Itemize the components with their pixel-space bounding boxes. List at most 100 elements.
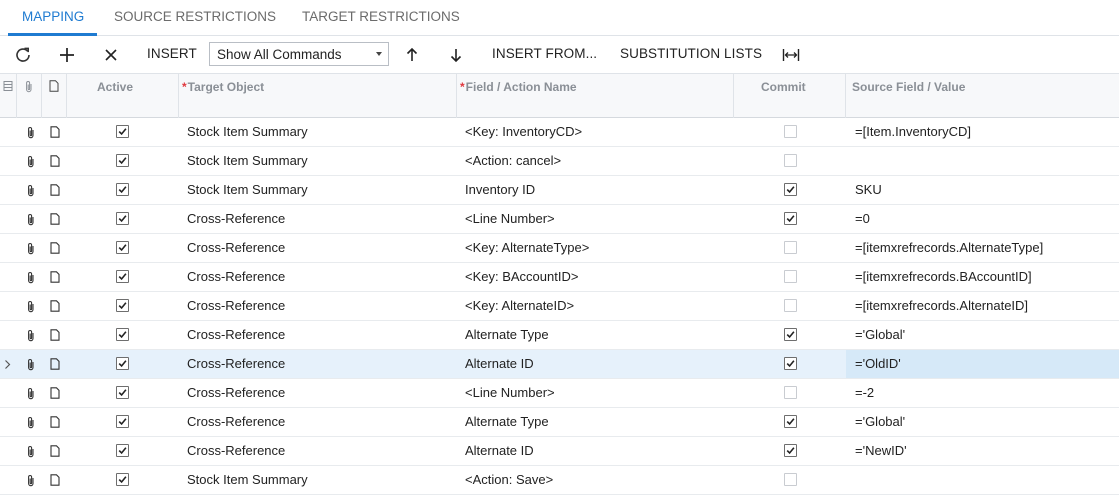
target-object-cell[interactable]: Cross-Reference <box>187 292 455 320</box>
target-object-cell[interactable]: Stock Item Summary <box>187 176 455 204</box>
note-button[interactable] <box>48 357 62 371</box>
header-field-action[interactable]: *Field / Action Name <box>457 74 734 118</box>
attachment-button[interactable] <box>24 154 38 168</box>
note-button[interactable] <box>48 183 62 197</box>
field-action-cell[interactable]: <Key: InventoryCD> <box>465 118 731 146</box>
target-object-cell[interactable]: Cross-Reference <box>187 321 455 349</box>
target-object-cell[interactable]: Cross-Reference <box>187 437 455 465</box>
active-checkbox[interactable] <box>116 270 129 283</box>
active-checkbox[interactable] <box>116 444 129 457</box>
table-row[interactable]: Cross-Reference Alternate Type ='Global' <box>0 408 1119 437</box>
table-row[interactable]: Cross-Reference <Line Number> =0 <box>0 205 1119 234</box>
move-up-button[interactable] <box>401 44 423 66</box>
attachment-button[interactable] <box>24 444 38 458</box>
target-object-cell[interactable]: Cross-Reference <box>187 234 455 262</box>
commit-checkbox[interactable] <box>784 241 797 254</box>
commit-checkbox[interactable] <box>784 357 797 370</box>
header-source-field[interactable]: Source Field / Value <box>846 74 1119 118</box>
table-row[interactable]: Cross-Reference <Key: AlternateType> =[ite… <box>0 234 1119 263</box>
target-object-cell[interactable]: Cross-Reference <box>187 205 455 233</box>
commit-checkbox[interactable] <box>784 444 797 457</box>
table-row[interactable]: Cross-Reference <Key: BAccountID> =[itemxr… <box>0 263 1119 292</box>
note-button[interactable] <box>48 212 62 226</box>
attachment-button[interactable] <box>24 241 38 255</box>
commit-checkbox[interactable] <box>784 212 797 225</box>
substitution-lists-button[interactable]: SUBSTITUTION LISTS <box>620 46 762 61</box>
insert-button[interactable]: INSERT <box>147 46 197 61</box>
header-row-selector[interactable] <box>0 74 17 118</box>
active-checkbox[interactable] <box>116 415 129 428</box>
field-action-cell[interactable]: <Key: BAccountID> <box>465 263 731 291</box>
table-row[interactable]: Stock Item Summary Inventory ID SKU <box>0 176 1119 205</box>
header-attachments[interactable] <box>17 74 42 118</box>
target-object-cell[interactable]: Stock Item Summary <box>187 466 455 494</box>
note-button[interactable] <box>48 386 62 400</box>
attachment-button[interactable] <box>24 299 38 313</box>
commit-checkbox[interactable] <box>784 299 797 312</box>
commit-checkbox[interactable] <box>784 270 797 283</box>
add-row-button[interactable] <box>56 44 78 66</box>
attachment-button[interactable] <box>24 270 38 284</box>
source-field-cell[interactable]: =-2 <box>855 379 1115 407</box>
active-checkbox[interactable] <box>116 183 129 196</box>
attachment-button[interactable] <box>24 386 38 400</box>
commit-checkbox[interactable] <box>784 415 797 428</box>
field-action-cell[interactable]: Alternate Type <box>465 408 731 436</box>
header-notes[interactable] <box>42 74 67 118</box>
note-button[interactable] <box>48 270 62 284</box>
attachment-button[interactable] <box>24 357 38 371</box>
fit-columns-button[interactable] <box>780 44 802 66</box>
field-action-cell[interactable]: <Key: AlternateID> <box>465 292 731 320</box>
field-action-cell[interactable]: Inventory ID <box>465 176 731 204</box>
target-object-cell[interactable]: Cross-Reference <box>187 263 455 291</box>
commit-checkbox[interactable] <box>784 386 797 399</box>
tab-source-restrictions[interactable]: SOURCE RESTRICTIONS <box>114 0 276 36</box>
table-row[interactable]: Cross-Reference <Key: AlternateID> =[itemx… <box>0 292 1119 321</box>
commit-checkbox[interactable] <box>784 328 797 341</box>
source-field-cell[interactable]: ='Global' <box>855 408 1115 436</box>
note-button[interactable] <box>48 299 62 313</box>
table-row[interactable]: Stock Item Summary <Action: cancel> <box>0 147 1119 176</box>
source-field-cell[interactable]: =[itemxrefrecords.AlternateType] <box>855 234 1115 262</box>
attachment-button[interactable] <box>24 212 38 226</box>
field-action-cell[interactable]: <Action: cancel> <box>465 147 731 175</box>
source-field-cell[interactable]: =[itemxrefrecords.BAccountID] <box>855 263 1115 291</box>
commands-filter-select[interactable]: Show All Commands <box>209 42 389 66</box>
header-target-object[interactable]: *Target Object <box>179 74 457 118</box>
commit-checkbox[interactable] <box>784 473 797 486</box>
source-field-cell[interactable]: ='OldID' <box>855 350 1115 378</box>
field-action-cell[interactable]: Alternate Type <box>465 321 731 349</box>
table-row[interactable]: Cross-Reference Alternate ID ='OldID' <box>0 350 1119 379</box>
source-field-cell[interactable]: =[Item.InventoryCD] <box>855 118 1115 146</box>
delete-row-button[interactable] <box>100 44 122 66</box>
active-checkbox[interactable] <box>116 212 129 225</box>
target-object-cell[interactable]: Stock Item Summary <box>187 147 455 175</box>
active-checkbox[interactable] <box>116 241 129 254</box>
source-field-cell[interactable]: =0 <box>855 205 1115 233</box>
attachment-button[interactable] <box>24 183 38 197</box>
source-field-cell[interactable]: =[itemxrefrecords.AlternateID] <box>855 292 1115 320</box>
note-button[interactable] <box>48 328 62 342</box>
target-object-cell[interactable]: Cross-Reference <box>187 379 455 407</box>
move-down-button[interactable] <box>445 44 467 66</box>
attachment-button[interactable] <box>24 125 38 139</box>
field-action-cell[interactable]: Alternate ID <box>465 350 731 378</box>
note-button[interactable] <box>48 241 62 255</box>
source-field-cell[interactable] <box>855 466 1115 494</box>
active-checkbox[interactable] <box>116 154 129 167</box>
insert-from-button[interactable]: INSERT FROM... <box>492 46 597 61</box>
active-checkbox[interactable] <box>116 473 129 486</box>
table-row[interactable]: Cross-Reference <Line Number> =-2 <box>0 379 1119 408</box>
note-button[interactable] <box>48 473 62 487</box>
field-action-cell[interactable]: <Action: Save> <box>465 466 731 494</box>
header-commit[interactable]: Commit <box>734 74 846 118</box>
active-checkbox[interactable] <box>116 299 129 312</box>
tab-mapping[interactable]: MAPPING <box>22 0 84 36</box>
note-button[interactable] <box>48 415 62 429</box>
source-field-cell[interactable]: ='NewID' <box>855 437 1115 465</box>
table-row[interactable]: Stock Item Summary <Action: Save> <box>0 466 1119 495</box>
field-action-cell[interactable]: <Key: AlternateType> <box>465 234 731 262</box>
commit-checkbox[interactable] <box>784 183 797 196</box>
source-field-cell[interactable]: ='Global' <box>855 321 1115 349</box>
header-active[interactable]: Active <box>67 74 179 118</box>
